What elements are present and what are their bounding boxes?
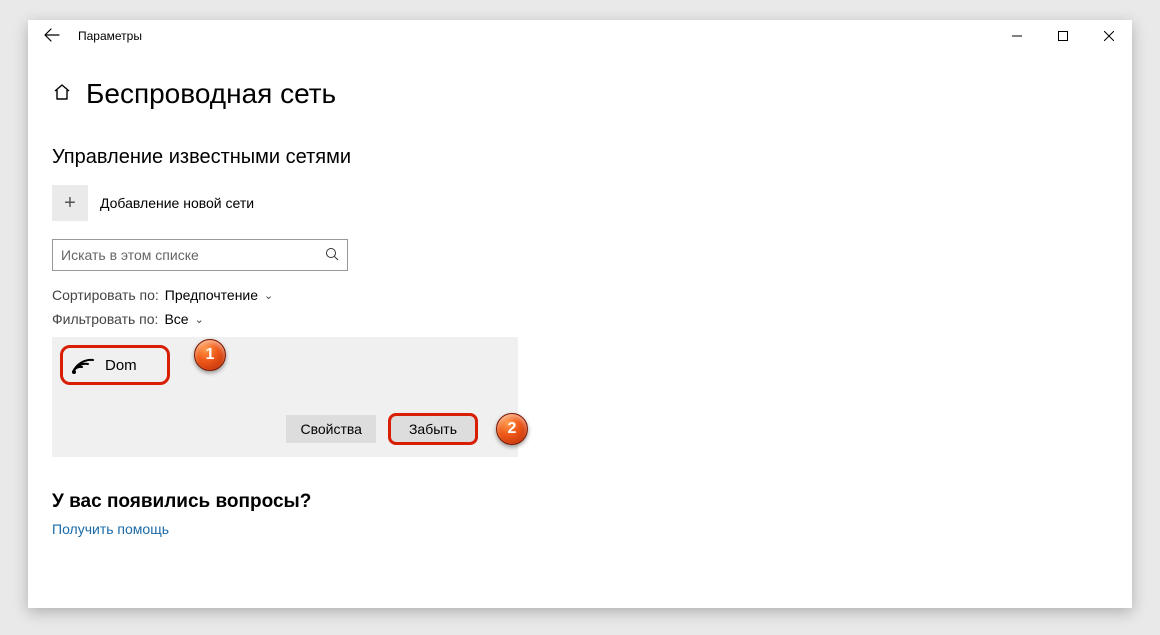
content-area: Беспроводная сеть Управление известными … xyxy=(28,52,1132,539)
window-controls xyxy=(994,20,1132,52)
help-section: У вас появились вопросы? Получить помощь xyxy=(52,491,1108,539)
help-heading: У вас появились вопросы? xyxy=(52,491,1108,513)
forget-button[interactable]: Забыть xyxy=(388,413,478,445)
back-button[interactable] xyxy=(32,28,72,45)
titlebar: Параметры xyxy=(28,20,1132,52)
add-network-button[interactable]: + Добавление новой сети xyxy=(52,185,1108,221)
network-panel: Dom 1 Свойства Забыть 2 xyxy=(52,337,518,457)
minimize-button[interactable] xyxy=(994,20,1040,52)
page-header: Беспроводная сеть xyxy=(52,78,1108,110)
properties-button[interactable]: Свойства xyxy=(286,415,375,443)
filter-value: Все xyxy=(164,311,188,327)
window-title: Параметры xyxy=(78,29,142,43)
network-item[interactable]: Dom xyxy=(60,345,170,385)
sort-dropdown[interactable]: Сортировать по: Предпочтение ⌄ xyxy=(52,287,1108,303)
search-placeholder: Искать в этом списке xyxy=(61,247,325,263)
chevron-down-icon: ⌄ xyxy=(195,313,204,326)
plus-icon: + xyxy=(52,185,88,221)
network-actions: Свойства Забыть 2 xyxy=(60,413,510,445)
annotation-marker-1: 1 xyxy=(194,339,226,371)
wifi-icon xyxy=(71,354,97,376)
filter-label: Фильтровать по: xyxy=(52,311,158,327)
page-title: Беспроводная сеть xyxy=(86,78,336,110)
sort-label: Сортировать по: xyxy=(52,287,159,303)
maximize-button[interactable] xyxy=(1040,20,1086,52)
close-button[interactable] xyxy=(1086,20,1132,52)
search-icon xyxy=(325,247,339,264)
add-network-label: Добавление новой сети xyxy=(100,195,254,211)
filter-dropdown[interactable]: Фильтровать по: Все ⌄ xyxy=(52,311,1108,327)
network-name: Dom xyxy=(105,357,137,374)
chevron-down-icon: ⌄ xyxy=(264,289,273,302)
annotation-marker-2: 2 xyxy=(496,413,528,445)
help-link[interactable]: Получить помощь xyxy=(52,521,169,537)
filters: Сортировать по: Предпочтение ⌄ Фильтрова… xyxy=(52,287,1108,327)
settings-window: Параметры Беспроводная сеть Управление и… xyxy=(28,20,1132,608)
sort-value: Предпочтение xyxy=(165,287,258,303)
home-icon[interactable] xyxy=(52,82,72,107)
search-input[interactable]: Искать в этом списке xyxy=(52,239,348,271)
section-heading: Управление известными сетями xyxy=(52,146,1108,169)
